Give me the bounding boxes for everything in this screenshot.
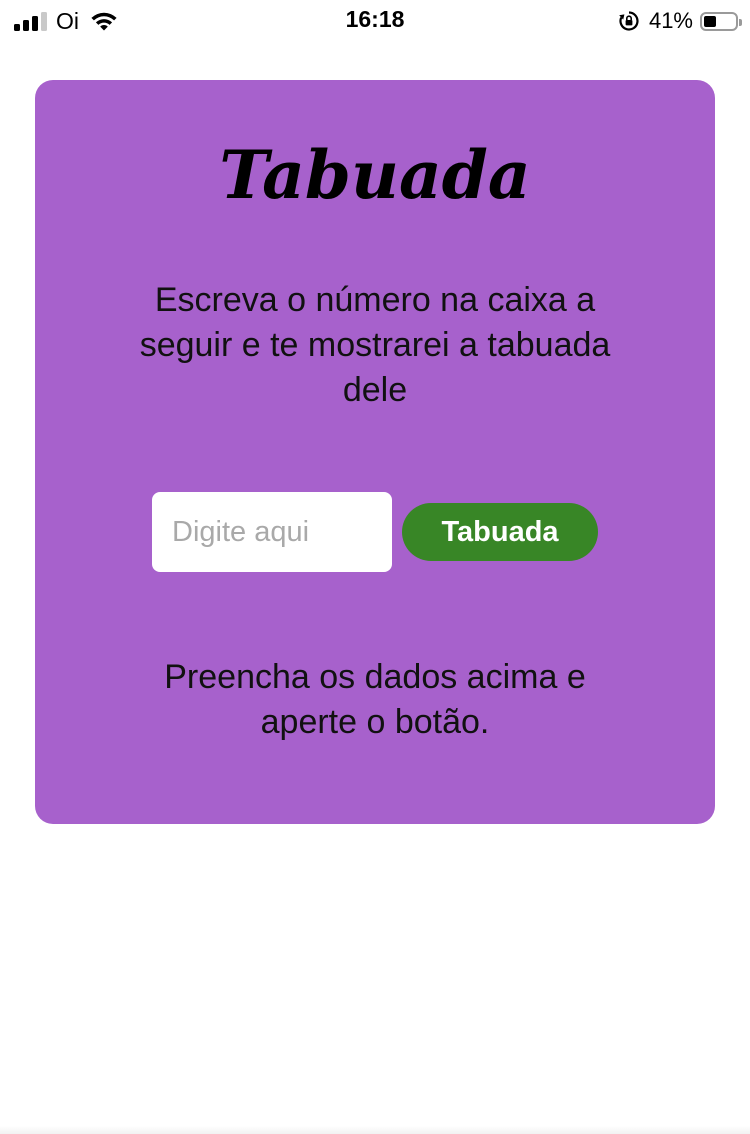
wifi-icon (89, 10, 119, 32)
result-text: Preencha os dados acima e aperte o botão… (164, 658, 586, 741)
rotation-lock-icon (618, 10, 640, 32)
battery-icon (700, 11, 742, 31)
page-title: Tabuada (219, 136, 531, 214)
home-indicator-area (0, 1126, 750, 1134)
number-input[interactable] (152, 492, 392, 572)
input-form: Tabuada (152, 492, 598, 572)
instructions-text: Escreva o número na caixa a seguir e te … (139, 281, 611, 409)
battery-level-fill (704, 15, 716, 27)
tabuada-button[interactable]: Tabuada (402, 503, 598, 561)
clock: 16:18 (345, 6, 405, 32)
signal-icon (14, 11, 47, 31)
tabuada-card: Tabuada Escreva o número na caixa a segu… (35, 80, 715, 824)
status-bar-right: 41% (618, 8, 742, 34)
status-bar-left: Oi (14, 8, 119, 34)
battery-percentage: 41% (648, 8, 693, 33)
status-bar: Oi 16:18 41% (0, 0, 750, 42)
carrier-name: Oi (56, 7, 79, 34)
